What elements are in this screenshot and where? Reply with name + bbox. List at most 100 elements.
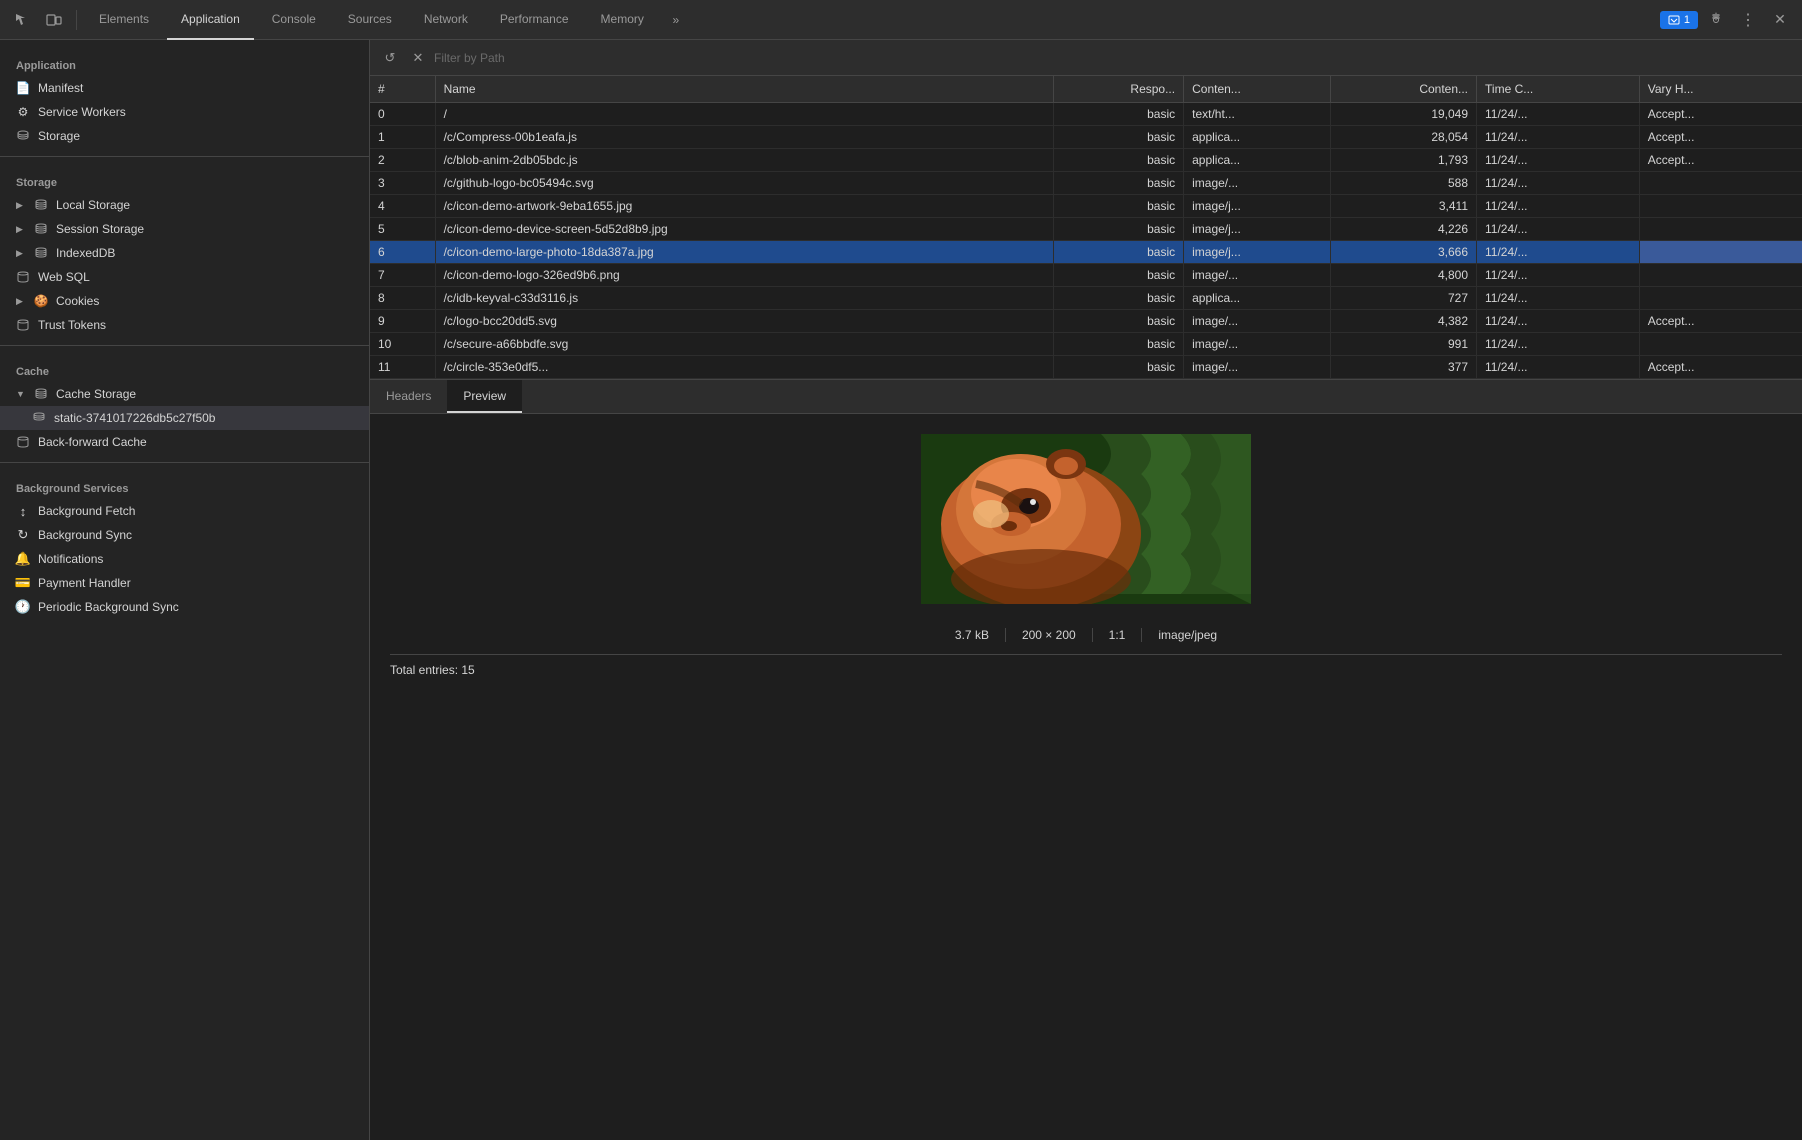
table-row[interactable]: 8 /c/idb-keyval-c33d3116.js basic applic…: [370, 287, 1802, 310]
tab-memory[interactable]: Memory: [587, 0, 658, 40]
session-storage-chevron: ▶: [16, 224, 26, 235]
tab-console[interactable]: Console: [258, 0, 330, 40]
col-header-time[interactable]: Time C...: [1477, 76, 1640, 103]
sidebar-item-session-storage[interactable]: ▶ Session Storage: [0, 217, 369, 241]
clear-btn[interactable]: ✕: [406, 46, 430, 70]
cell-ct2: 19,049: [1330, 103, 1476, 126]
tab-headers[interactable]: Headers: [370, 380, 447, 413]
col-header-ct1[interactable]: Conten...: [1184, 76, 1330, 103]
tab-network[interactable]: Network: [410, 0, 482, 40]
sidebar-item-payment-handler-label: Payment Handler: [38, 576, 131, 590]
cell-name: /c/icon-demo-logo-326ed9b6.png: [435, 264, 1053, 287]
table-row[interactable]: 1 /c/Compress-00b1eafa.js basic applica.…: [370, 126, 1802, 149]
sidebar-item-trust-tokens[interactable]: Trust Tokens: [0, 313, 369, 337]
table-row[interactable]: 0 / basic text/ht... 19,049 11/24/... Ac…: [370, 103, 1802, 126]
cell-ct1: text/ht...: [1184, 103, 1330, 126]
cell-ct1: image/...: [1184, 172, 1330, 195]
more-options-btn[interactable]: ⋮: [1734, 6, 1762, 34]
trust-tokens-icon: [16, 318, 30, 332]
col-header-name[interactable]: Name: [435, 76, 1053, 103]
sidebar-item-manifest[interactable]: 📄 Manifest: [0, 76, 369, 100]
sidebar-item-payment-handler[interactable]: 💳 Payment Handler: [0, 571, 369, 595]
close-btn[interactable]: ✕: [1766, 6, 1794, 34]
cell-ct2: 1,793: [1330, 149, 1476, 172]
cell-time: 11/24/...: [1477, 241, 1640, 264]
sidebar-item-service-workers[interactable]: ⚙ Service Workers: [0, 100, 369, 124]
sidebar-item-bg-sync-label: Background Sync: [38, 528, 132, 542]
sidebar-section-cache: Cache: [0, 354, 369, 382]
table-row[interactable]: 2 /c/blob-anim-2db05bdc.js basic applica…: [370, 149, 1802, 172]
cell-time: 11/24/...: [1477, 287, 1640, 310]
table-row[interactable]: 11 /c/circle-353e0df5... basic image/...…: [370, 356, 1802, 379]
service-workers-icon: ⚙: [16, 105, 30, 119]
meta-divider-2: [1092, 628, 1093, 642]
cell-time: 11/24/...: [1477, 218, 1640, 241]
cell-num: 5: [370, 218, 435, 241]
cell-time: 11/24/...: [1477, 356, 1640, 379]
inspect-icon-btn[interactable]: [8, 6, 36, 34]
cell-time: 11/24/...: [1477, 172, 1640, 195]
cell-resp: basic: [1053, 287, 1183, 310]
cell-ct1: image/j...: [1184, 195, 1330, 218]
cell-ct2: 4,382: [1330, 310, 1476, 333]
bg-fetch-icon: ↕: [16, 504, 30, 518]
preview-image-container: [921, 434, 1251, 604]
table-row[interactable]: 7 /c/icon-demo-logo-326ed9b6.png basic i…: [370, 264, 1802, 287]
col-header-vary[interactable]: Vary H...: [1639, 76, 1802, 103]
table-row[interactable]: 5 /c/icon-demo-device-screen-5d52d8b9.jp…: [370, 218, 1802, 241]
cell-num: 7: [370, 264, 435, 287]
more-tabs-btn[interactable]: »: [662, 6, 690, 34]
table-row[interactable]: 10 /c/secure-a66bbdfe.svg basic image/..…: [370, 333, 1802, 356]
refresh-btn[interactable]: ↺: [378, 46, 402, 70]
settings-btn[interactable]: [1702, 6, 1730, 34]
cell-name: /c/icon-demo-large-photo-18da387a.jpg: [435, 241, 1053, 264]
console-badge-btn[interactable]: 1: [1660, 11, 1698, 29]
table-row[interactable]: 3 /c/github-logo-bc05494c.svg basic imag…: [370, 172, 1802, 195]
tab-application[interactable]: Application: [167, 0, 254, 40]
sidebar-item-cookies-label: Cookies: [56, 294, 99, 308]
sidebar-item-storage-app[interactable]: Storage: [0, 124, 369, 148]
cell-name: /c/secure-a66bbdfe.svg: [435, 333, 1053, 356]
sidebar-item-periodic-bg-sync[interactable]: 🕐 Periodic Background Sync: [0, 595, 369, 619]
sidebar-item-web-sql[interactable]: Web SQL: [0, 265, 369, 289]
cell-time: 11/24/...: [1477, 195, 1640, 218]
cell-num: 2: [370, 149, 435, 172]
table-row[interactable]: 9 /c/logo-bcc20dd5.svg basic image/... 4…: [370, 310, 1802, 333]
cell-ct2: 4,226: [1330, 218, 1476, 241]
col-header-ct2[interactable]: Conten...: [1330, 76, 1476, 103]
sidebar-item-cache-entry[interactable]: static-3741017226db5c27f50b: [0, 406, 369, 430]
back-forward-cache-icon: [16, 435, 30, 449]
cell-vary: [1639, 218, 1802, 241]
cell-ct1: image/j...: [1184, 218, 1330, 241]
device-mode-btn[interactable]: [40, 6, 68, 34]
table-row[interactable]: 4 /c/icon-demo-artwork-9eba1655.jpg basi…: [370, 195, 1802, 218]
cell-time: 11/24/...: [1477, 333, 1640, 356]
col-header-resp[interactable]: Respo...: [1053, 76, 1183, 103]
tab-preview[interactable]: Preview: [447, 380, 522, 413]
tab-elements[interactable]: Elements: [85, 0, 163, 40]
payment-handler-icon: 💳: [16, 576, 30, 590]
sidebar-item-back-forward-cache[interactable]: Back-forward Cache: [0, 430, 369, 454]
storage-app-icon: [16, 129, 30, 143]
cell-num: 3: [370, 172, 435, 195]
table-body: 0 / basic text/ht... 19,049 11/24/... Ac…: [370, 103, 1802, 379]
sidebar-item-indexeddb[interactable]: ▶ IndexedDB: [0, 241, 369, 265]
sidebar-item-bg-fetch-label: Background Fetch: [38, 504, 135, 518]
cell-ct2: 991: [1330, 333, 1476, 356]
sidebar-item-local-storage[interactable]: ▶ Local Storage: [0, 193, 369, 217]
sidebar-item-cookies[interactable]: ▶ 🍪 Cookies: [0, 289, 369, 313]
manifest-icon: 📄: [16, 81, 30, 95]
cell-name: /: [435, 103, 1053, 126]
filter-input[interactable]: [434, 51, 1794, 65]
sidebar-item-bg-sync[interactable]: ↻ Background Sync: [0, 523, 369, 547]
tab-sources[interactable]: Sources: [334, 0, 406, 40]
cell-ct1: image/...: [1184, 264, 1330, 287]
cell-num: 11: [370, 356, 435, 379]
table-row[interactable]: 6 /c/icon-demo-large-photo-18da387a.jpg …: [370, 241, 1802, 264]
cell-resp: basic: [1053, 264, 1183, 287]
sidebar-item-bg-fetch[interactable]: ↕ Background Fetch: [0, 499, 369, 523]
sidebar-item-cache-storage[interactable]: ▼ Cache Storage: [0, 382, 369, 406]
sidebar-item-notifications[interactable]: 🔔 Notifications: [0, 547, 369, 571]
tab-performance[interactable]: Performance: [486, 0, 583, 40]
cache-entry-icon: [32, 411, 46, 425]
